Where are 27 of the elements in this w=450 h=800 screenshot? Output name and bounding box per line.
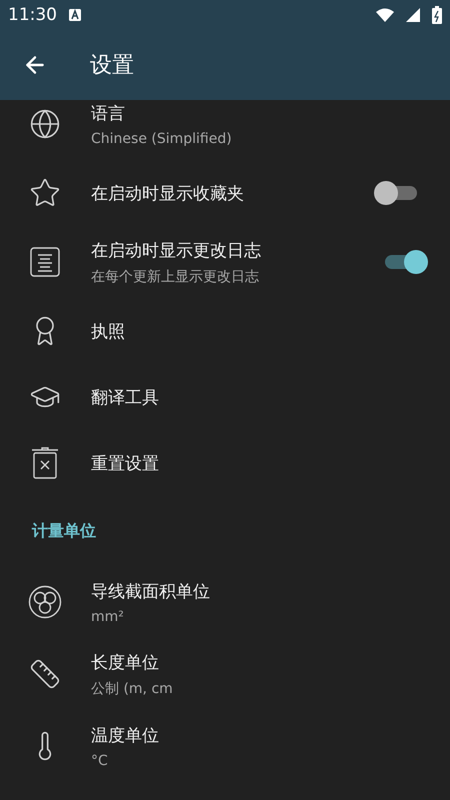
trash-icon xyxy=(31,447,59,479)
wifi-icon xyxy=(376,8,394,22)
setting-title[interactable]: 语言 xyxy=(91,102,125,124)
setting-value: Chinese (Simplified) xyxy=(91,130,232,146)
setting-title[interactable]: 在启动时显示收藏夹 xyxy=(91,182,244,204)
setting-value: 公制 (m, cm xyxy=(91,680,173,698)
section-header: 计量单位 xyxy=(32,520,96,542)
signal-icon xyxy=(406,8,420,22)
setting-title[interactable]: 执照 xyxy=(91,320,125,342)
setting-title[interactable]: 重置设置 xyxy=(91,452,159,474)
setting-title[interactable]: 长度单位 xyxy=(91,650,159,674)
document-icon xyxy=(29,246,61,278)
setting-value: 在每个更新上显示更改日志 xyxy=(91,268,259,286)
globe-icon xyxy=(29,108,61,140)
setting-value: mm² xyxy=(91,608,124,624)
page-title: 设置 xyxy=(90,52,134,80)
ruler-icon xyxy=(29,658,61,690)
setting-title[interactable]: 导线截面积单位 xyxy=(91,580,210,602)
star-icon xyxy=(29,177,61,209)
status-time: 11:30 xyxy=(8,5,57,25)
setting-value: °C xyxy=(91,752,108,768)
three-circles-icon xyxy=(28,585,62,619)
battery-icon xyxy=(432,6,442,24)
setting-title[interactable]: 温度单位 xyxy=(91,724,159,746)
setting-title[interactable]: 在启动时显示更改日志 xyxy=(91,238,261,262)
setting-title[interactable]: 翻译工具 xyxy=(91,386,159,408)
notification-icon xyxy=(69,9,81,21)
